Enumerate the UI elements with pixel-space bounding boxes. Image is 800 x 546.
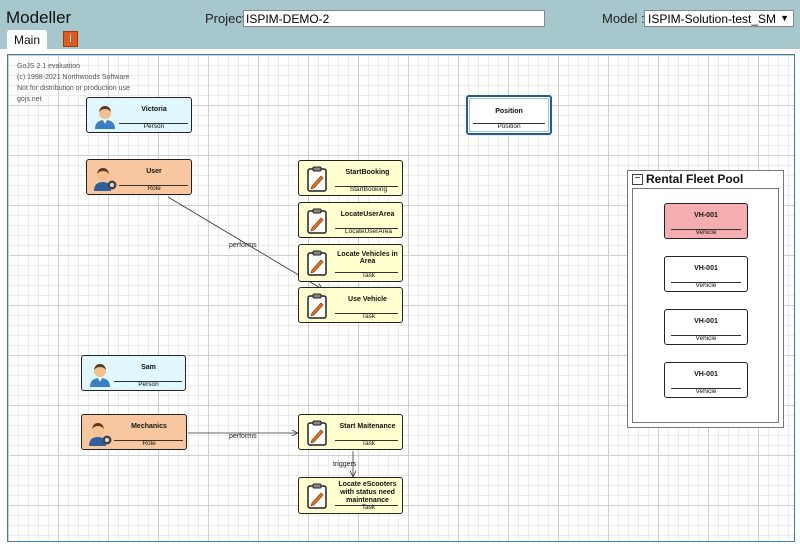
clipboard-icon [304,208,330,234]
model-label: Model : [602,11,645,26]
node-kind: Task [361,504,376,511]
project-input[interactable] [243,10,545,27]
app-title: Modeller [6,8,72,27]
node-name: Position [495,108,523,115]
node-kind: Role [147,185,161,192]
watermark-line: Not for distribution or production use [17,85,130,92]
node-kind: StartBooking [349,186,388,193]
node-vehicle[interactable]: VH-001 Vehicle [664,203,748,239]
node-kind: LocateUserArea [345,228,392,235]
node-vehicle[interactable]: VH-001 Vehicle [664,256,748,292]
node-name: StartBooking [345,169,390,176]
node-name: VH-001 [694,265,718,272]
collapse-button[interactable]: − [632,174,643,185]
node-task-start-booking[interactable]: StartBooking StartBooking [298,160,403,196]
group-rental-fleet-pool[interactable]: − Rental Fleet Pool VH-001 Vehicle VH-00… [627,170,784,428]
node-kind: Role [142,440,156,447]
link-label-triggers: triggers [333,461,357,468]
watermark-line: GoJS 2.1 evaluation [17,63,81,70]
node-name: Locate Vehicles in Area [337,251,398,265]
clipboard-icon [304,293,330,319]
node-kind: Vehicle [695,335,717,342]
watermark-line: (c) 1998-2021 Northwoods Software [17,74,130,81]
clipboard-icon [304,166,330,192]
node-kind: Position [497,123,521,130]
clipboard-icon [304,420,330,446]
link-label-performs: performs [229,433,257,440]
node-task-locate-user-area[interactable]: LocateUserArea LocateUserArea [298,202,403,238]
info-button[interactable]: i [63,31,78,47]
node-name: VH-001 [694,318,718,325]
node-vehicle[interactable]: VH-001 Vehicle [664,362,748,398]
node-name: Start Maitenance [339,423,396,430]
app-header: Modeller Project : Model : ISPIM-Solutio… [0,0,800,49]
group-body: VH-001 Vehicle VH-001 Vehicle VH-001 Veh… [632,188,779,423]
node-vehicle[interactable]: VH-001 Vehicle [664,309,748,345]
node-role-mechanics[interactable]: Mechanics Role [81,414,187,450]
node-task-locate-vehicles[interactable]: Locate Vehicles in Area Task [298,244,403,282]
node-kind: Task [361,440,376,447]
role-icon [92,165,118,191]
clipboard-icon [304,483,330,509]
group-title: Rental Fleet Pool [646,172,744,186]
person-icon [87,361,113,387]
node-role-user[interactable]: User Role [86,159,192,195]
model-select[interactable]: ISPIM-Solution-test_SM ▼ [644,10,794,27]
node-position[interactable]: Position Position [466,95,552,135]
node-person-victoria[interactable]: Victoria Person [86,97,192,133]
node-name: Victoria [141,106,167,113]
node-name: VH-001 [694,371,718,378]
node-task-locate-escooters[interactable]: Locate eScooters with status need mainte… [298,477,403,514]
node-name: User [146,168,162,175]
node-name: Sam [141,364,156,371]
model-select-value: ISPIM-Solution-test_SM [648,12,777,26]
chevron-down-icon: ▼ [780,13,789,23]
person-icon [92,103,118,129]
node-kind: Vehicle [695,229,717,236]
node-name: LocateUserArea [340,211,395,218]
node-person-sam[interactable]: Sam Person [81,355,186,391]
link-label-performs: performs [229,242,257,249]
node-kind: Vehicle [695,282,717,289]
node-kind: Person [143,123,165,130]
node-kind: Task [361,313,376,320]
node-name: Mechanics [131,423,167,430]
clipboard-icon [304,250,330,276]
node-task-start-maintenance[interactable]: Start Maitenance Task [298,414,403,450]
tab-main[interactable]: Main [7,30,47,49]
node-kind: Task [361,272,376,279]
node-name: Locate eScooters with status need mainte… [338,481,397,504]
node-kind: Person [138,381,159,388]
node-name: VH-001 [694,212,718,219]
node-task-use-vehicle[interactable]: Use Vehicle Task [298,287,403,323]
node-kind: Vehicle [695,388,717,395]
node-name: Use Vehicle [348,296,387,303]
role-icon [87,420,113,446]
